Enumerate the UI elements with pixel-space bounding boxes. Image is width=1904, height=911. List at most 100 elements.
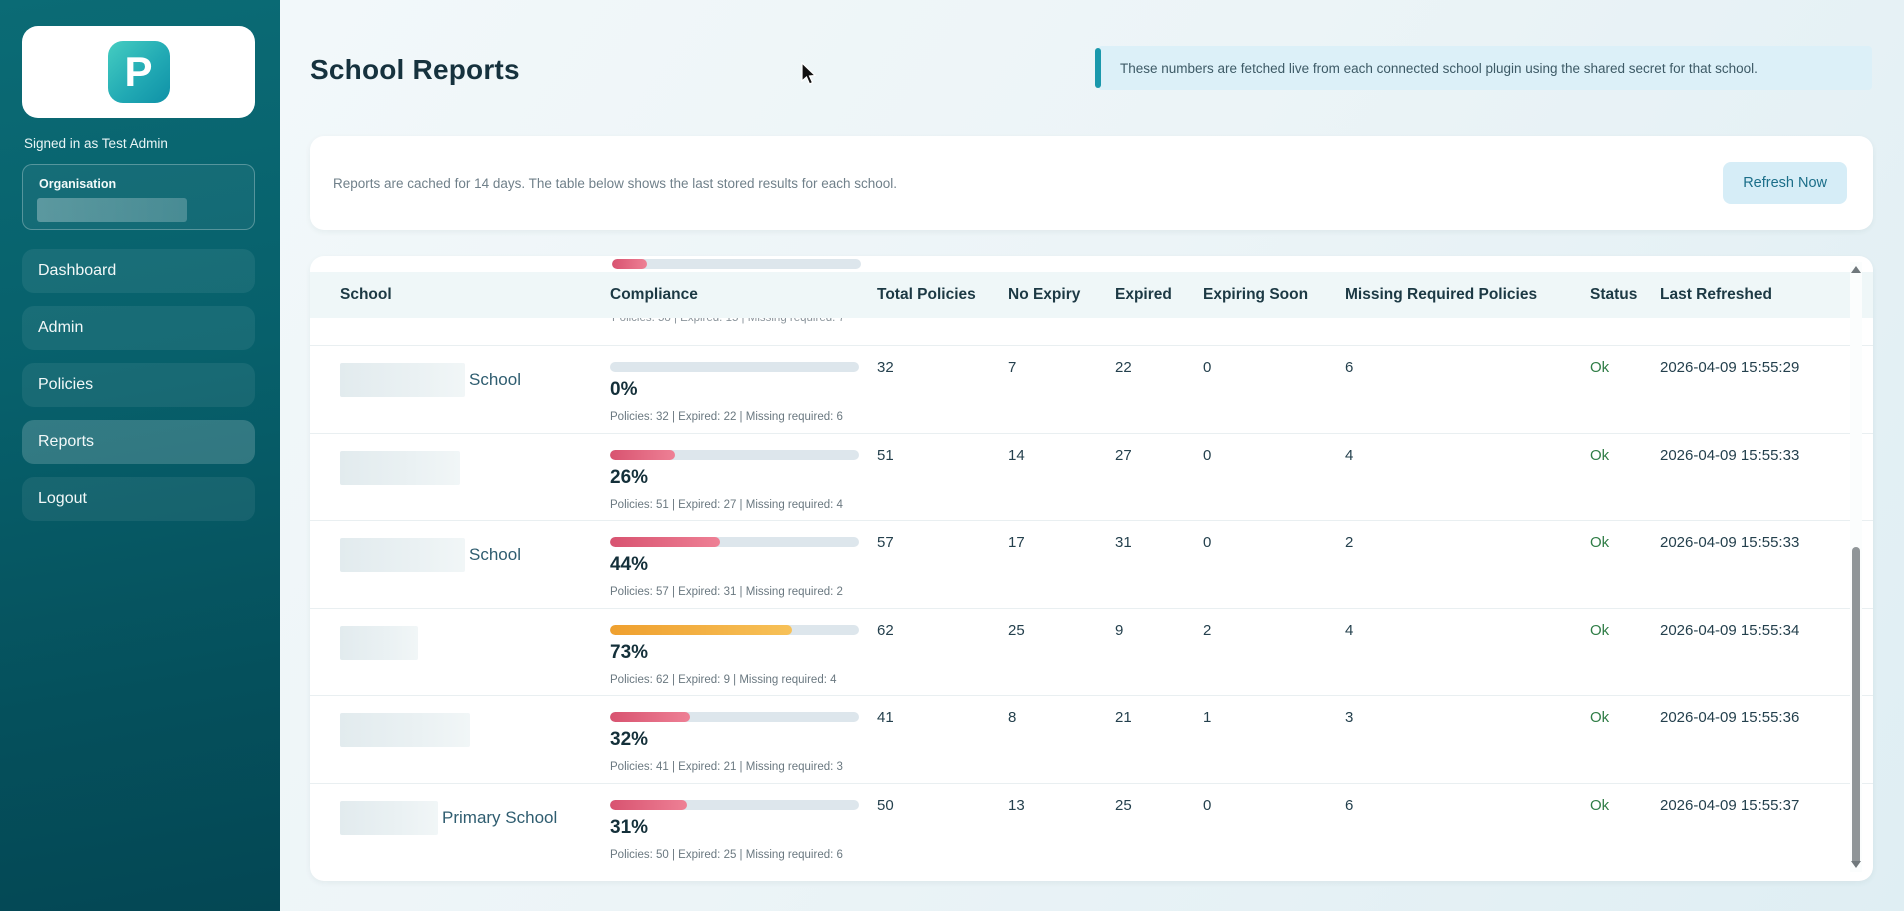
compliance-cell: 31% Policies: 50 | Expired: 25 | Missing… bbox=[610, 784, 877, 861]
organisation-box: Organisation bbox=[22, 164, 255, 230]
school-cell[interactable] bbox=[340, 696, 610, 747]
school-cell[interactable]: Primary School bbox=[340, 784, 610, 835]
table-scrollbar[interactable] bbox=[1850, 262, 1862, 872]
no-expiry-value: 8 bbox=[1008, 709, 1017, 726]
compliance-bar-track bbox=[610, 362, 859, 372]
compliance-cell: 26% Policies: 51 | Expired: 27 | Missing… bbox=[610, 434, 877, 511]
total-policies-value: 57 bbox=[877, 534, 894, 551]
compliance-caption: Policies: 41 | Expired: 21 | Missing req… bbox=[610, 761, 843, 773]
status-badge: Ok bbox=[1590, 359, 1610, 376]
missing-required-value: 2 bbox=[1345, 534, 1354, 551]
sidebar-item-dashboard[interactable]: Dashboard bbox=[22, 249, 255, 293]
status-badge: Ok bbox=[1590, 709, 1610, 726]
compliance-cell: 0% Policies: 32 | Expired: 22 | Missing … bbox=[610, 346, 877, 423]
status-badge: Ok bbox=[1590, 796, 1610, 814]
expiring-soon-value: 0 bbox=[1203, 534, 1212, 551]
compliance-percent: 0% bbox=[610, 379, 638, 400]
status-badge: Ok bbox=[1590, 621, 1610, 639]
missing-required-value: 6 bbox=[1345, 359, 1354, 376]
compliance-bar-fill bbox=[610, 799, 688, 810]
table-row: 73% Policies: 62 | Expired: 9 | Missing … bbox=[310, 607, 1873, 696]
table-row: School 0% Policies: 32 | Expired: 22 | M… bbox=[310, 345, 1873, 433]
school-name-suffix[interactable]: School bbox=[469, 363, 521, 397]
total-policies-value: 50 bbox=[877, 796, 894, 814]
partial-row-caption-clipped: Policies: 58 | Expired: 15 | Missing req… bbox=[612, 318, 845, 324]
expiring-soon-value: 1 bbox=[1203, 709, 1212, 726]
col-header-missing-required: Missing Required Policies bbox=[1345, 286, 1538, 303]
last-refreshed-value: 2026-04-09 15:55:29 bbox=[1660, 359, 1800, 376]
col-header-expired: Expired bbox=[1115, 286, 1172, 303]
compliance-cell: 73% Policies: 62 | Expired: 9 | Missing … bbox=[610, 609, 877, 686]
partial-row-compliance-bar-fill bbox=[612, 259, 647, 269]
compliance-bar-track bbox=[610, 712, 859, 722]
no-expiry-value: 25 bbox=[1008, 621, 1025, 639]
col-header-last-refreshed: Last Refreshed bbox=[1660, 286, 1772, 303]
last-refreshed-value: 2026-04-09 15:55:37 bbox=[1660, 796, 1800, 814]
compliance-bar-track bbox=[610, 799, 859, 810]
school-cell[interactable]: School bbox=[340, 521, 610, 572]
missing-required-value: 4 bbox=[1345, 446, 1354, 464]
compliance-bar-fill bbox=[610, 624, 792, 635]
col-header-school: School bbox=[340, 286, 392, 303]
sidebar-item-policies[interactable]: Policies bbox=[22, 363, 255, 407]
compliance-caption: Policies: 62 | Expired: 9 | Missing requ… bbox=[610, 673, 837, 686]
last-refreshed-value: 2026-04-09 15:55:34 bbox=[1660, 621, 1800, 639]
compliance-caption: Policies: 51 | Expired: 27 | Missing req… bbox=[610, 498, 843, 511]
scrollbar-down-arrow-icon[interactable] bbox=[1851, 861, 1861, 868]
col-header-status: Status bbox=[1590, 286, 1638, 303]
sidebar-item-logout[interactable]: Logout bbox=[22, 477, 255, 521]
redacted-school-name bbox=[340, 450, 460, 485]
redacted-school-name bbox=[340, 713, 470, 747]
redacted-school-name bbox=[340, 800, 438, 835]
callout-accent-bar bbox=[1095, 48, 1101, 88]
info-callout: These numbers are fetched live from each… bbox=[1095, 46, 1872, 90]
expired-value: 21 bbox=[1115, 709, 1132, 726]
expired-value: 22 bbox=[1115, 359, 1132, 376]
organisation-value-redacted bbox=[37, 198, 187, 222]
table-body: School 0% Policies: 32 | Expired: 22 | M… bbox=[310, 345, 1873, 870]
total-policies-value: 32 bbox=[877, 359, 894, 376]
table-row: 32% Policies: 41 | Expired: 21 | Missing… bbox=[310, 695, 1873, 783]
table-row: School 44% Policies: 57 | Expired: 31 | … bbox=[310, 520, 1873, 608]
total-policies-value: 51 bbox=[877, 446, 894, 464]
redacted-school-name bbox=[340, 625, 418, 660]
no-expiry-value: 13 bbox=[1008, 796, 1025, 814]
school-cell[interactable] bbox=[340, 434, 610, 485]
expiring-soon-value: 0 bbox=[1203, 446, 1212, 464]
page-title: School Reports bbox=[310, 54, 520, 85]
compliance-percent: 73% bbox=[610, 641, 649, 663]
expired-value: 27 bbox=[1115, 446, 1132, 464]
main-content: School Reports These numbers are fetched… bbox=[280, 0, 1904, 911]
school-name-suffix[interactable]: Primary School bbox=[442, 801, 557, 835]
sidebar-item-reports[interactable]: Reports bbox=[22, 420, 255, 464]
app-logo-icon: P bbox=[107, 41, 170, 103]
missing-required-value: 3 bbox=[1345, 709, 1354, 726]
col-header-no-expiry: No Expiry bbox=[1008, 286, 1081, 303]
compliance-bar-track bbox=[610, 624, 859, 635]
compliance-bar-fill bbox=[610, 712, 690, 722]
scrollbar-up-arrow-icon[interactable] bbox=[1851, 266, 1861, 273]
cache-info-card: Reports are cached for 14 days. The tabl… bbox=[310, 136, 1873, 230]
compliance-caption: Policies: 57 | Expired: 31 | Missing req… bbox=[610, 586, 843, 598]
refresh-now-button[interactable]: Refresh Now bbox=[1723, 162, 1847, 204]
compliance-bar-track bbox=[610, 537, 859, 547]
status-badge: Ok bbox=[1590, 534, 1610, 551]
last-refreshed-value: 2026-04-09 15:55:36 bbox=[1660, 709, 1800, 726]
total-policies-value: 62 bbox=[877, 621, 894, 639]
school-cell[interactable]: School bbox=[340, 346, 610, 397]
compliance-percent: 31% bbox=[610, 816, 649, 838]
school-cell[interactable] bbox=[340, 609, 610, 660]
last-refreshed-value: 2026-04-09 15:55:33 bbox=[1660, 534, 1800, 551]
total-policies-value: 41 bbox=[877, 709, 894, 726]
sidebar-item-admin[interactable]: Admin bbox=[22, 306, 255, 350]
scrollbar-thumb[interactable] bbox=[1852, 547, 1860, 865]
signed-in-label: Signed in as Test Admin bbox=[24, 136, 168, 151]
expired-value: 25 bbox=[1115, 796, 1132, 814]
col-header-total-policies: Total Policies bbox=[877, 286, 976, 303]
compliance-percent: 44% bbox=[610, 554, 649, 575]
school-name-suffix[interactable]: School bbox=[469, 538, 521, 572]
col-header-expiring-soon: Expiring Soon bbox=[1203, 286, 1309, 303]
cache-info-text: Reports are cached for 14 days. The tabl… bbox=[333, 176, 898, 191]
logo-card: P bbox=[22, 26, 255, 118]
partial-row-compliance-bar-track bbox=[612, 259, 861, 269]
